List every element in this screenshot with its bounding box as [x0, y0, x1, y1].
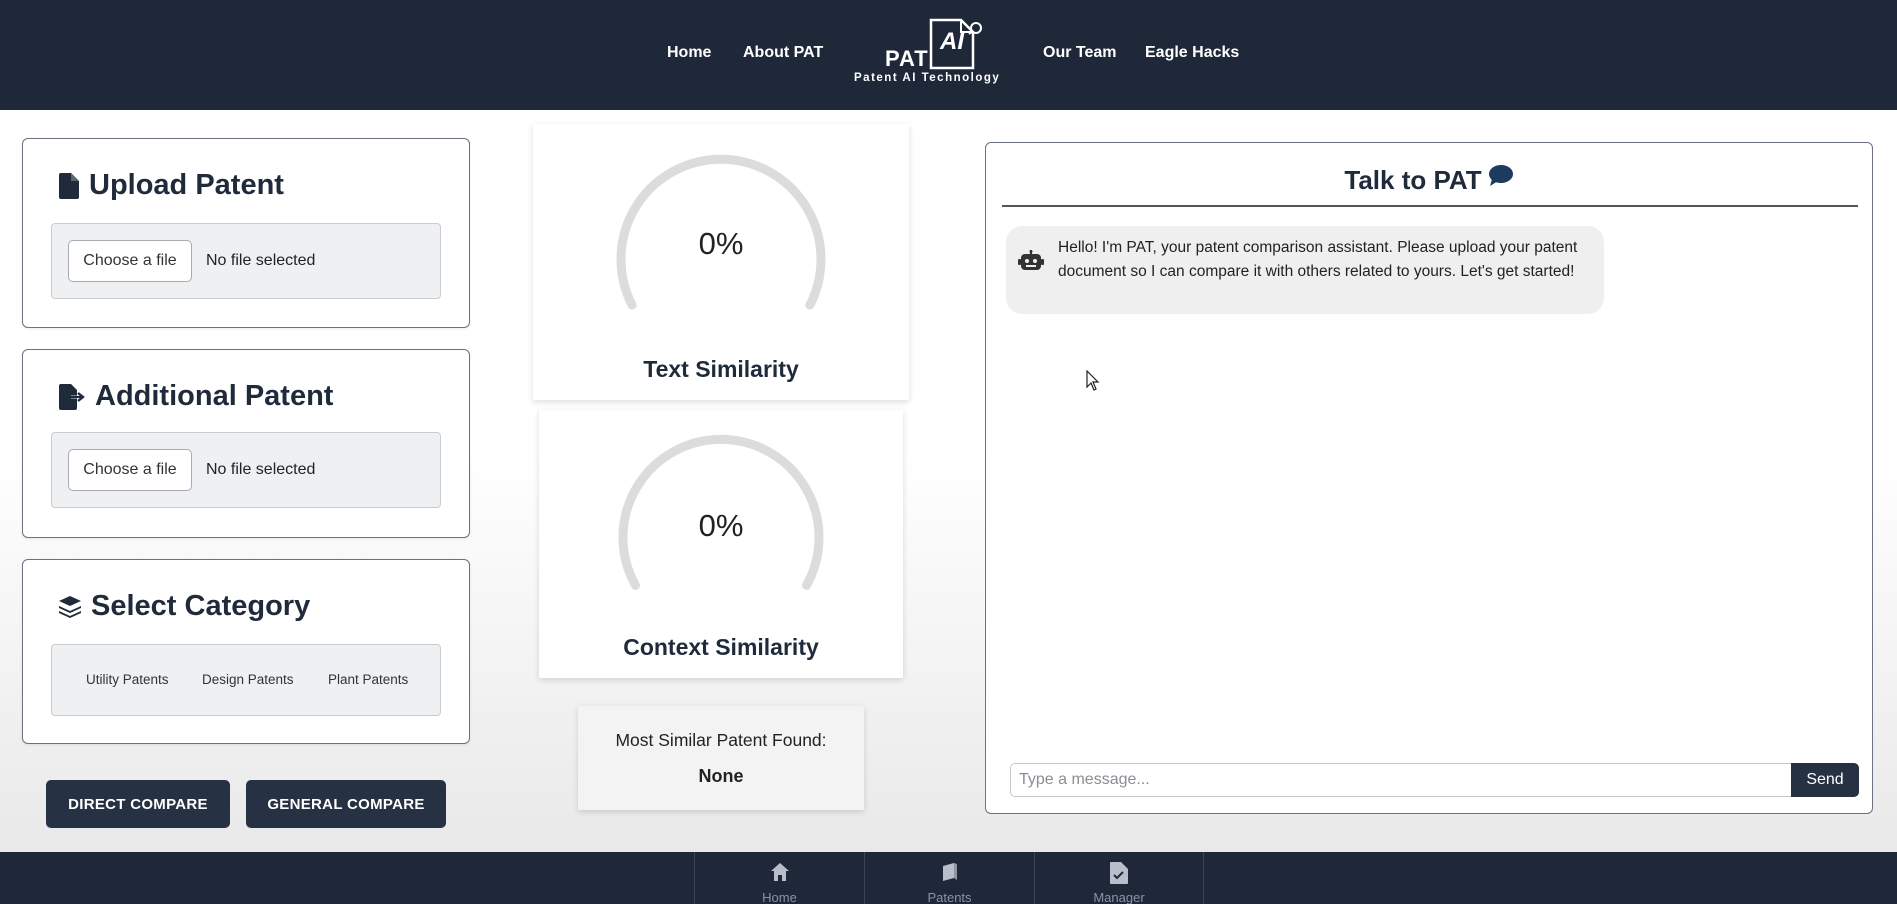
bottom-nav-patents[interactable]: Patents: [864, 852, 1034, 904]
text-similarity-card: 0% Text Similarity: [533, 124, 909, 400]
chat-divider: [1002, 205, 1858, 207]
category-utility[interactable]: Utility Patents: [86, 672, 169, 687]
text-similarity-value: 0%: [698, 226, 744, 261]
logo[interactable]: PAT AI Patent AI Technology: [850, 14, 1010, 94]
nav-link-home[interactable]: Home: [667, 44, 711, 62]
layers-icon: [59, 595, 81, 618]
select-category-title: Select Category: [59, 590, 310, 623]
nav-link-eagle-hacks[interactable]: Eagle Hacks: [1145, 44, 1239, 62]
home-icon: [771, 863, 789, 881]
upload-patent-card: Upload Patent Choose a file No file sele…: [22, 138, 470, 328]
chat-message-text: Hello! I'm PAT, your patent comparison a…: [1058, 239, 1578, 280]
most-similar-card: Most Similar Patent Found: None: [578, 706, 864, 810]
category-plant[interactable]: Plant Patents: [328, 672, 408, 687]
context-similarity-label: Context Similarity: [623, 634, 819, 660]
robot-icon: [1018, 250, 1044, 270]
bottom-nav-manager[interactable]: Manager: [1034, 852, 1204, 904]
chat-title-text: Talk to PAT: [1344, 165, 1482, 195]
logo-badge: AI: [940, 28, 964, 55]
direct-compare-button[interactable]: DIRECT COMPARE: [46, 780, 230, 828]
upload-patent-title-text: Upload Patent: [89, 169, 284, 201]
category-design[interactable]: Design Patents: [202, 672, 294, 687]
additional-patent-card: Additional Patent Choose a file No file …: [22, 349, 470, 538]
bottom-nav-patents-label: Patents: [927, 890, 972, 904]
logo-subtitle: Patent AI Technology: [854, 72, 1001, 84]
bottom-nav-home-label: Home: [762, 890, 797, 904]
send-button[interactable]: Send: [1791, 763, 1859, 797]
category-options-box: Utility Patents Design Patents Plant Pat…: [51, 644, 441, 716]
logo-text: PAT: [885, 46, 929, 71]
additional-file-box: Choose a file No file selected: [51, 432, 441, 508]
bottom-navbar: Home Patents Manager: [0, 852, 1897, 904]
mouse-cursor-icon: [1086, 370, 1100, 391]
select-category-title-text: Select Category: [91, 590, 311, 622]
upload-file-status: No file selected: [206, 252, 316, 269]
chat-title: Talk to PAT: [986, 164, 1872, 196]
book-icon: [943, 863, 957, 881]
file-export-icon: [59, 383, 85, 410]
additional-patent-title-text: Additional Patent: [95, 380, 334, 412]
bottom-nav-home[interactable]: Home: [694, 852, 864, 904]
bottom-nav-manager-label: Manager: [1093, 890, 1145, 904]
upload-choose-file-button[interactable]: Choose a file: [68, 240, 192, 282]
nav-link-about[interactable]: About PAT: [743, 44, 823, 62]
most-similar-label: Most Similar Patent Found:: [615, 730, 827, 750]
top-navbar: Home About PAT PAT AI Patent AI Technolo…: [0, 0, 1897, 110]
general-compare-button[interactable]: GENERAL COMPARE: [246, 780, 446, 828]
most-similar-value: None: [698, 766, 744, 786]
file-check-icon: [1110, 862, 1128, 884]
file-icon: [59, 172, 79, 199]
chat-message-input[interactable]: [1010, 763, 1793, 797]
nav-link-team[interactable]: Our Team: [1043, 44, 1117, 62]
context-similarity-card: 0% Context Similarity: [539, 410, 903, 678]
upload-patent-title: Upload Patent: [59, 169, 284, 202]
chat-panel: Talk to PAT Hello! I'm PAT, your patent …: [985, 142, 1873, 814]
upload-file-box: Choose a file No file selected: [51, 223, 441, 299]
text-similarity-label: Text Similarity: [643, 356, 799, 382]
chat-bubble-icon: [1488, 164, 1513, 186]
select-category-card: Select Category Utility Patents Design P…: [22, 559, 470, 744]
additional-patent-title: Additional Patent: [59, 380, 333, 413]
additional-file-status: No file selected: [206, 461, 316, 478]
context-similarity-value: 0%: [698, 508, 744, 543]
chat-message-bot: Hello! I'm PAT, your patent comparison a…: [1006, 226, 1604, 314]
additional-choose-file-button[interactable]: Choose a file: [68, 449, 192, 491]
